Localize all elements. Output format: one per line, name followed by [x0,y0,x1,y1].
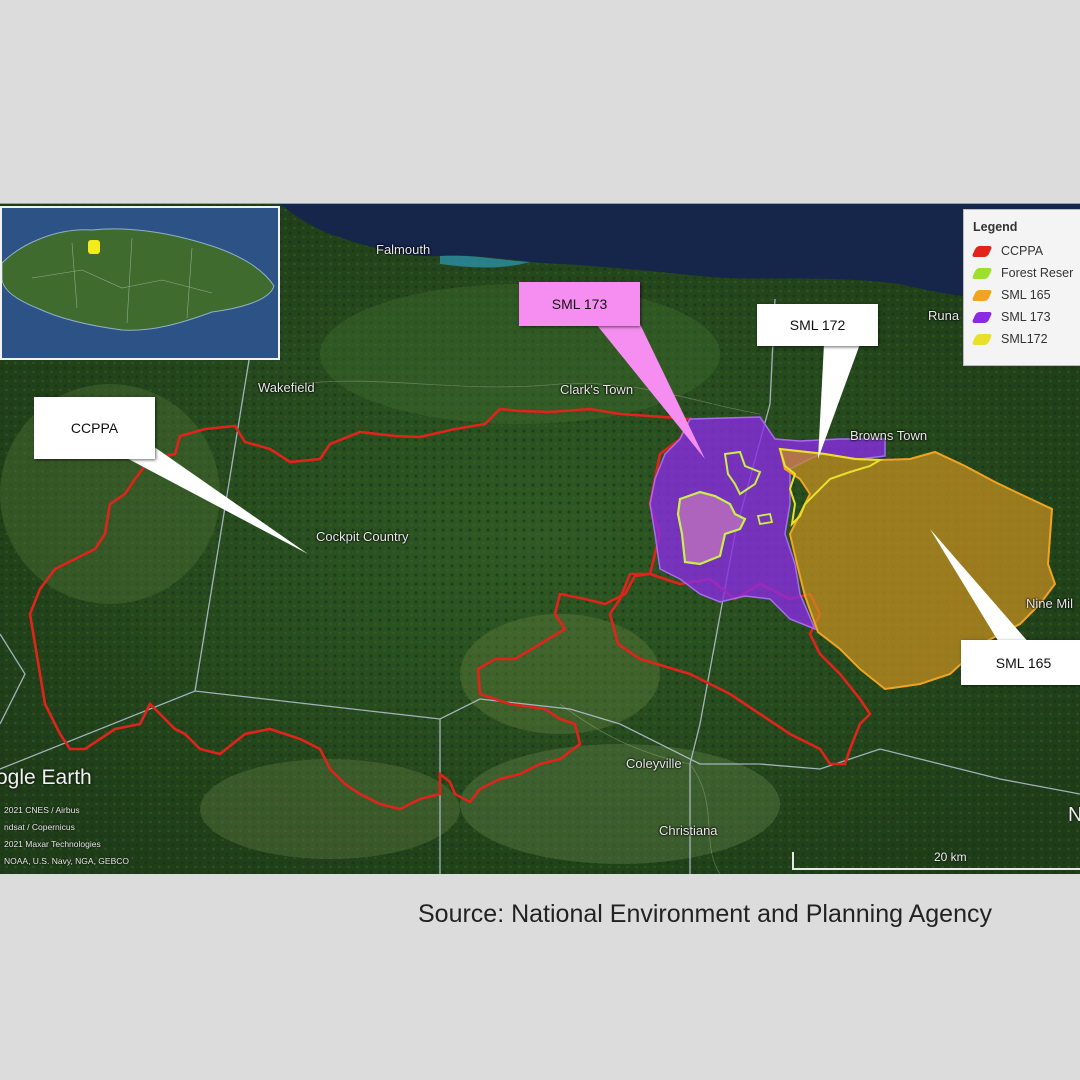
attribution-line: 2021 Maxar Technologies [4,839,101,849]
place-wakefield: Wakefield [258,380,315,395]
place-clarks-town: Clark's Town [560,382,634,397]
callout-ccppa: CCPPA [34,397,155,459]
legend-item-forest-reserve: Forest Reser [964,262,1080,284]
locator-map [2,208,278,358]
callout-sml172: SML 172 [757,304,878,346]
legend-item-sml172: SML172 [964,328,1080,350]
scale-label: 20 km [934,850,967,864]
attribution-line: 2021 CNES / Airbus [4,805,80,815]
place-falmouth: Falmouth [376,242,431,257]
google-earth-logo: ogle Earth [0,766,92,789]
place-runaway: Runa [928,308,960,323]
terrain-patch [200,759,460,859]
place-coleyville: Coleyville [626,756,682,771]
attribution-line: NOAA, U.S. Navy, NGA, GEBCO [4,856,130,866]
callout-sml165: SML 165 [961,640,1080,685]
legend-swatch [971,311,993,323]
legend-swatch [971,333,993,345]
place-browns-town: Browns Town [850,428,928,443]
legend-label: Forest Reser [1001,266,1074,280]
satellite-map[interactable]: Legend CCPPA Forest Reser SML 165 SML 17… [0,203,1080,874]
legend-label: SML172 [1001,332,1048,346]
callout-sml173: SML 173 [519,282,640,326]
legend-item-ccppa: CCPPA [964,240,1080,262]
place-nine-mile: Nine Mil [1026,596,1073,611]
study-area-marker [88,240,100,254]
source-caption: Source: National Environment and Plannin… [418,900,992,928]
legend-swatch [971,267,993,279]
north-arrow-label: N [1068,804,1080,827]
place-cockpit-country: Cockpit Country [316,529,409,544]
legend-item-sml165: SML 165 [964,284,1080,306]
jamaica-locator-inset [0,206,280,360]
legend-item-sml173: SML 173 [964,306,1080,328]
legend-label: SML 173 [1001,310,1051,324]
scale-bar: 20 km [792,850,1080,870]
place-christiana: Christiana [659,823,718,838]
legend-label: SML 165 [1001,288,1051,302]
legend-label: CCPPA [1001,244,1044,258]
attribution-line: ndsat / Copernicus [4,822,75,832]
legend-title: Legend [973,220,1018,234]
legend: Legend CCPPA Forest Reser SML 165 SML 17… [963,209,1080,366]
legend-swatch [971,289,993,301]
terrain-patch [460,744,780,864]
legend-swatch [971,245,993,257]
